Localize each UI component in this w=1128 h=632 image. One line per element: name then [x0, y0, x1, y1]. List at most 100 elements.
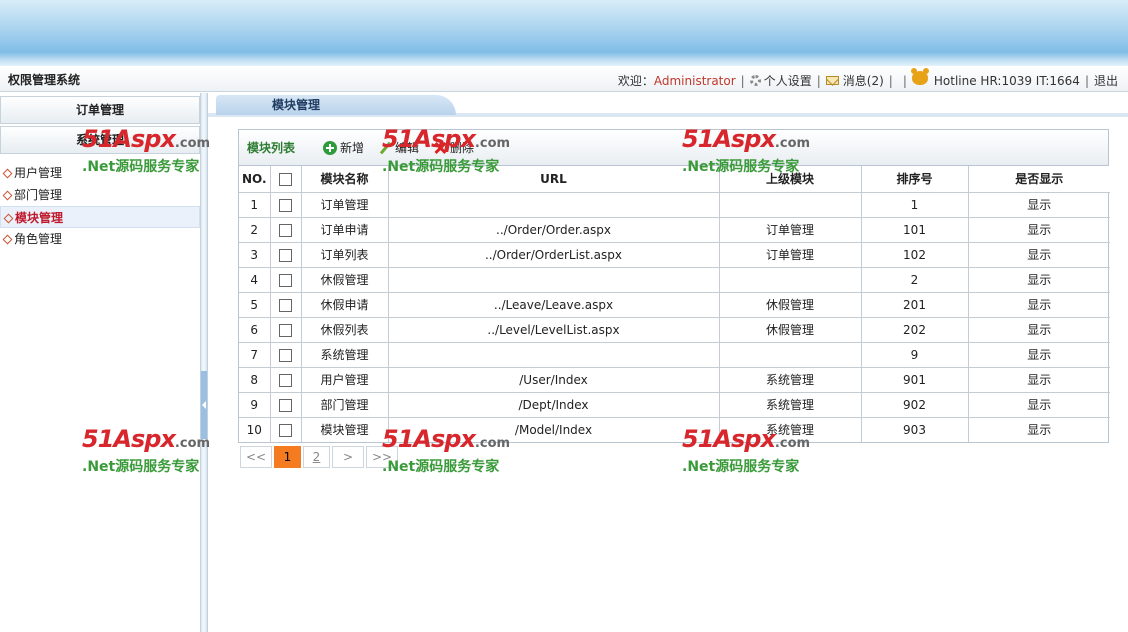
cell-visible: 显示	[967, 316, 1110, 343]
cell-url: /Dept/Index	[387, 391, 720, 418]
cell-visible: 显示	[967, 216, 1110, 243]
sidebar-item-modules[interactable]: 模块管理	[0, 206, 200, 228]
watermark-slogan: .Net源码服务专家	[382, 459, 500, 475]
settings-link[interactable]: 个人设置	[764, 72, 812, 89]
table-row[interactable]: 8 用户管理/User/Index 系统管理 901 显示	[239, 366, 1110, 393]
sidebar-splitter[interactable]	[200, 93, 208, 632]
add-button[interactable]: 新增	[323, 139, 364, 156]
row-checkbox[interactable]	[279, 423, 292, 437]
table-row[interactable]: 10 模块管理/Model/Index 系统管理 903 显示	[239, 416, 1110, 442]
cell-parent: 系统管理	[718, 416, 862, 442]
row-checkbox[interactable]	[279, 373, 292, 387]
row-checkbox[interactable]	[279, 248, 292, 262]
sidebar-item-roles[interactable]: 角色管理	[0, 228, 200, 250]
next-page-button[interactable]: >	[332, 446, 364, 468]
row-checkbox[interactable]	[279, 323, 292, 337]
table-row[interactable]: 2 订单申请 ../Order/Order.aspx 订单管理 101 显示	[239, 216, 1110, 243]
table-row[interactable]: 1 订单管理 1 显示	[239, 191, 1110, 218]
cell-visible: 显示	[967, 366, 1110, 393]
mail-icon	[825, 76, 839, 85]
col-visible: 是否显示	[967, 166, 1110, 193]
cell-no: 10	[239, 416, 271, 442]
cell-url: ../Order/Order.aspx	[387, 216, 720, 243]
row-checkbox[interactable]	[279, 298, 292, 312]
sidebar-item-users[interactable]: 用户管理	[0, 162, 200, 184]
cell-url	[387, 266, 720, 293]
separator: |	[902, 73, 907, 88]
add-label: 新增	[340, 141, 365, 155]
table-row[interactable]: 4 休假管理 2 显示	[239, 266, 1110, 293]
first-page-button[interactable]: <<	[240, 446, 272, 468]
cell-no: 8	[239, 366, 271, 393]
row-checkbox[interactable]	[279, 398, 292, 412]
table-row[interactable]: 3 订单列表 ../Order/OrderList.aspx 订单管理 102 显示	[239, 241, 1110, 268]
delete-label: 删除	[450, 141, 475, 155]
row-checkbox[interactable]	[279, 348, 292, 362]
cell-order: 102	[860, 241, 969, 268]
tab-modules[interactable]: 模块管理	[216, 95, 456, 115]
select-all-checkbox[interactable]	[279, 172, 292, 186]
cell-order: 902	[860, 391, 969, 418]
cell-name: 模块管理	[300, 416, 389, 442]
cell-parent: 休假管理	[718, 316, 862, 343]
page-button-current[interactable]: 1	[274, 446, 301, 468]
cell-select	[269, 316, 302, 343]
cell-name: 订单申请	[300, 216, 389, 243]
col-no: NO.	[239, 166, 271, 193]
cell-url	[387, 191, 720, 218]
cell-order: 101	[860, 216, 969, 243]
delete-button[interactable]: 删除	[433, 139, 474, 156]
table-body: 1 订单管理 1 显示 2 订单申请 ../Order/Order.aspx 订单管理 101 显…	[239, 191, 1110, 442]
cell-no: 2	[239, 216, 271, 243]
pencil-icon	[378, 141, 392, 155]
table-row[interactable]: 7 系统管理 9 显示	[239, 341, 1110, 368]
list-title: 模块列表	[247, 141, 296, 155]
welcome-label: 欢迎：	[617, 74, 654, 88]
logout-link[interactable]: 退出	[1094, 72, 1118, 89]
cell-visible: 显示	[967, 191, 1110, 218]
module-list-panel: 模块列表 新增 编辑 删除 NO. 模块名称 URL 上级模块 排序号 是否显示…	[238, 129, 1110, 443]
table-row[interactable]: 6 休假列表 ../Level/LevelList.aspx 休假管理 202 显示	[239, 316, 1110, 343]
row-checkbox[interactable]	[279, 273, 292, 287]
collapse-handle[interactable]	[201, 371, 207, 439]
separator: |	[816, 73, 821, 88]
cell-select	[269, 266, 302, 293]
cell-parent	[718, 266, 862, 293]
table-row[interactable]: 5 休假申请 ../Leave/Leave.aspx 休假管理 201 显示	[239, 291, 1110, 318]
cell-visible: 显示	[967, 416, 1110, 442]
table-row[interactable]: 9 部门管理/Dept/Index 系统管理 902 显示	[239, 391, 1110, 418]
cell-no: 4	[239, 266, 271, 293]
gear-icon	[749, 75, 761, 86]
plus-icon	[323, 140, 338, 155]
col-name: 模块名称	[300, 166, 389, 193]
cell-name: 休假列表	[300, 316, 389, 343]
sidebar: 订单管理 系统管理 用户管理 部门管理 模块管理 角色管理	[0, 93, 200, 632]
messages-link[interactable]: 消息(2)	[843, 72, 884, 89]
edit-button[interactable]: 编辑	[378, 139, 419, 156]
last-page-button[interactable]: >>	[366, 446, 398, 468]
system-title: 权限管理系统	[8, 73, 81, 87]
row-checkbox[interactable]	[279, 198, 292, 212]
cell-url: ../Order/OrderList.aspx	[387, 241, 720, 268]
cell-name: 订单管理	[300, 191, 389, 218]
col-select	[269, 166, 302, 193]
sidebar-item-departments[interactable]: 部门管理	[0, 184, 200, 206]
cell-name: 休假管理	[300, 266, 389, 293]
row-checkbox[interactable]	[279, 223, 292, 237]
cell-url: /User/Index	[387, 366, 720, 393]
sidebar-group-system[interactable]: 系统管理	[0, 126, 200, 154]
col-order: 排序号	[860, 166, 969, 193]
page-button[interactable]: 2	[303, 446, 330, 468]
sidebar-group-order[interactable]: 订单管理	[0, 96, 200, 124]
tab-strip: 模块管理	[208, 93, 1128, 117]
cell-parent: 休假管理	[718, 291, 862, 318]
col-url: URL	[387, 166, 720, 193]
cell-parent: 系统管理	[718, 366, 862, 393]
cell-order: 2	[860, 266, 969, 293]
username: Administrator	[653, 73, 736, 88]
cell-name: 订单列表	[300, 241, 389, 268]
hotline-text: Hotline HR:1039 IT:1664	[933, 73, 1080, 88]
separator: |	[740, 73, 745, 88]
separator: |	[1084, 73, 1089, 88]
user-bar: 欢迎： Administrator | 个人设置 | 消息(2) | | Hot…	[617, 67, 1118, 89]
